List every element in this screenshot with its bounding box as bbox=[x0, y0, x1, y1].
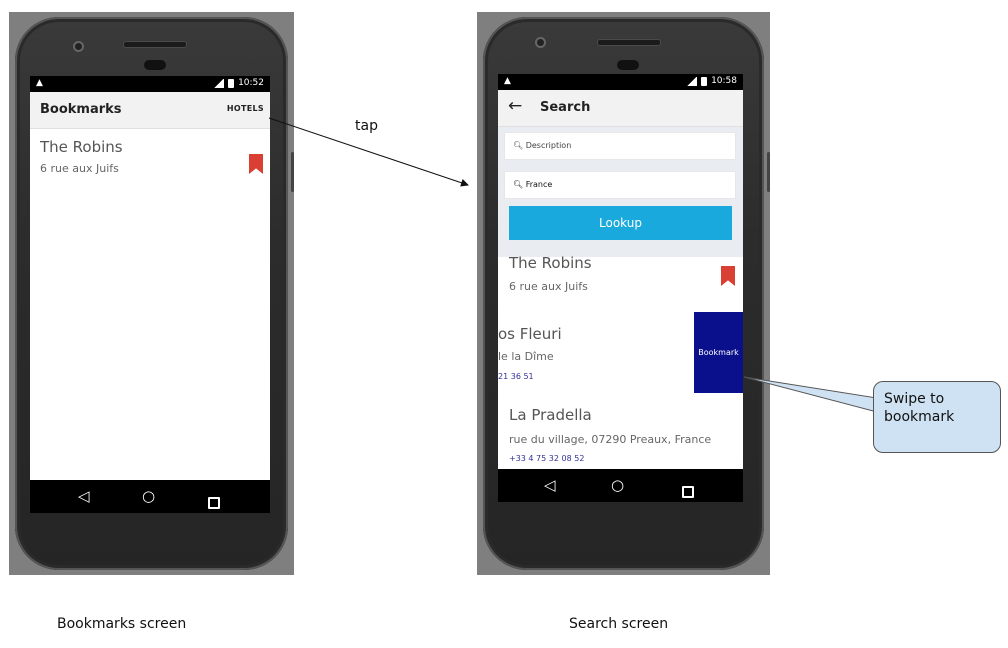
status-bar: ▲ 10:52 bbox=[30, 76, 270, 92]
earpiece-speaker bbox=[123, 41, 187, 48]
nav-bar: ◁ ○ bbox=[30, 480, 270, 513]
search-phone-frame: ▲ 10:58 ← Search 🔍︎ Description 🔍︎ Franc… bbox=[477, 12, 770, 575]
hotel-name: The Robins bbox=[509, 254, 592, 272]
front-sensor bbox=[73, 41, 84, 52]
status-time: 10:52 bbox=[238, 78, 264, 88]
lookup-button[interactable]: Lookup bbox=[509, 206, 732, 240]
swipe-callout-text: Swipe to bookmark bbox=[884, 391, 955, 425]
status-bar: ▲ 10:58 bbox=[498, 74, 743, 90]
hotel-address: 6 rue aux Juifs bbox=[40, 162, 119, 175]
front-camera bbox=[617, 60, 639, 70]
page-title: Search bbox=[540, 100, 591, 115]
location-input[interactable]: 🔍︎ France bbox=[504, 171, 736, 199]
home-nav-icon[interactable]: ○ bbox=[142, 487, 155, 505]
hotel-name: La Pradella bbox=[509, 406, 592, 424]
app-bar: Bookmarks HOTELS bbox=[30, 92, 270, 129]
hotel-phone: +33 4 75 32 08 52 bbox=[509, 454, 585, 463]
bookmarks-screen: ▲ 10:52 Bookmarks HOTELS The Robins 6 ru… bbox=[30, 76, 270, 513]
bookmark-swipe-label: Bookmark bbox=[698, 348, 739, 357]
back-nav-icon[interactable]: ◁ bbox=[78, 487, 90, 505]
tap-label: tap bbox=[355, 118, 378, 134]
warning-icon: ▲ bbox=[504, 76, 511, 86]
home-nav-icon[interactable]: ○ bbox=[611, 476, 624, 494]
hotel-address: le la Dîme bbox=[498, 350, 554, 363]
hotel-address: rue du village, 07290 Preaux, France bbox=[509, 433, 712, 446]
search-caption: Search screen bbox=[569, 616, 669, 632]
status-time: 10:58 bbox=[711, 76, 737, 86]
app-bar: ← Search bbox=[498, 90, 743, 127]
hotel-address: 6 rue aux Juifs bbox=[509, 280, 588, 293]
bookmark-icon[interactable] bbox=[249, 154, 263, 174]
swipe-callout: Swipe to bookmark bbox=[873, 381, 1001, 453]
bookmarks-phone-frame: ▲ 10:52 Bookmarks HOTELS The Robins 6 ru… bbox=[9, 12, 294, 575]
back-nav-icon[interactable]: ◁ bbox=[544, 476, 556, 494]
hotel-name: The Robins bbox=[40, 138, 123, 156]
warning-icon: ▲ bbox=[36, 78, 43, 88]
battery-icon bbox=[701, 76, 708, 86]
description-input[interactable]: 🔍︎ Description bbox=[504, 132, 736, 160]
bookmark-icon[interactable] bbox=[721, 266, 735, 286]
bookmarks-caption: Bookmarks screen bbox=[57, 616, 187, 632]
side-button bbox=[291, 152, 294, 192]
bookmark-swipe-button[interactable]: Bookmark bbox=[694, 312, 743, 393]
back-arrow-icon[interactable]: ← bbox=[508, 96, 522, 116]
battery-icon bbox=[228, 78, 235, 88]
search-screen: ▲ 10:58 ← Search 🔍︎ Description 🔍︎ Franc… bbox=[498, 74, 743, 502]
nav-bar: ◁ ○ bbox=[498, 469, 743, 502]
front-sensor bbox=[535, 37, 546, 48]
signal-icon bbox=[214, 78, 225, 88]
hotels-button[interactable]: HOTELS bbox=[227, 104, 264, 113]
front-camera bbox=[144, 60, 166, 70]
description-placeholder: 🔍︎ Description bbox=[513, 141, 572, 150]
hotel-phone: 21 36 51 bbox=[498, 372, 534, 381]
signal-icon bbox=[687, 76, 698, 86]
location-value: 🔍︎ France bbox=[513, 180, 553, 189]
page-title: Bookmarks bbox=[40, 102, 122, 117]
earpiece-speaker bbox=[597, 39, 661, 46]
side-button bbox=[767, 152, 770, 192]
hotel-name: os Fleuri bbox=[498, 325, 562, 343]
